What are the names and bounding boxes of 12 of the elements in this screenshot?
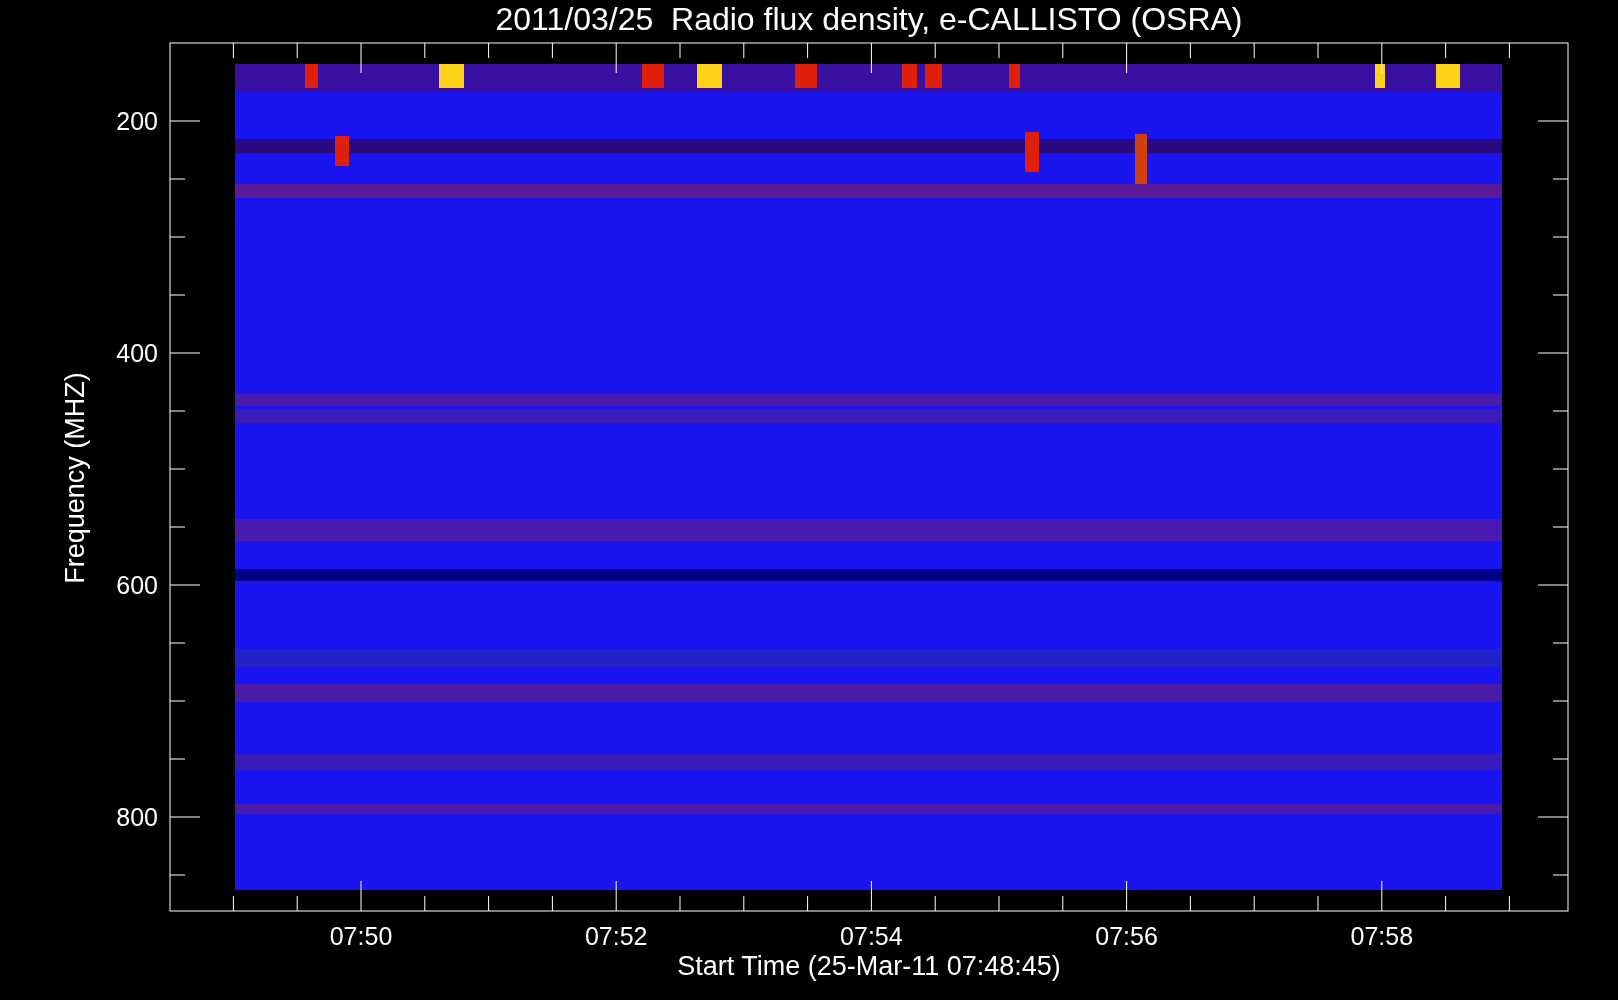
y-tick-label: 800 bbox=[116, 803, 158, 831]
y-axis-label: Frequency (MHZ) bbox=[60, 372, 90, 584]
x-axis-label: Start Time (25-Mar-11 07:48:45) bbox=[677, 951, 1061, 981]
x-tick-label: 07:52 bbox=[584, 922, 648, 950]
y-tick-label: 200 bbox=[116, 107, 158, 135]
x-tick-label: 07:50 bbox=[329, 922, 393, 950]
x-tick-label: 07:56 bbox=[1095, 922, 1158, 950]
x-tick-label: 07:54 bbox=[840, 922, 903, 950]
x-tick-label: 07:58 bbox=[1350, 922, 1414, 950]
y-tick-label: 600 bbox=[116, 571, 158, 599]
chart-title: 2011/03/25 Radio flux density, e-CALLISTO (OSRA) bbox=[495, 1, 1243, 37]
y-tick-label: 400 bbox=[116, 339, 158, 367]
